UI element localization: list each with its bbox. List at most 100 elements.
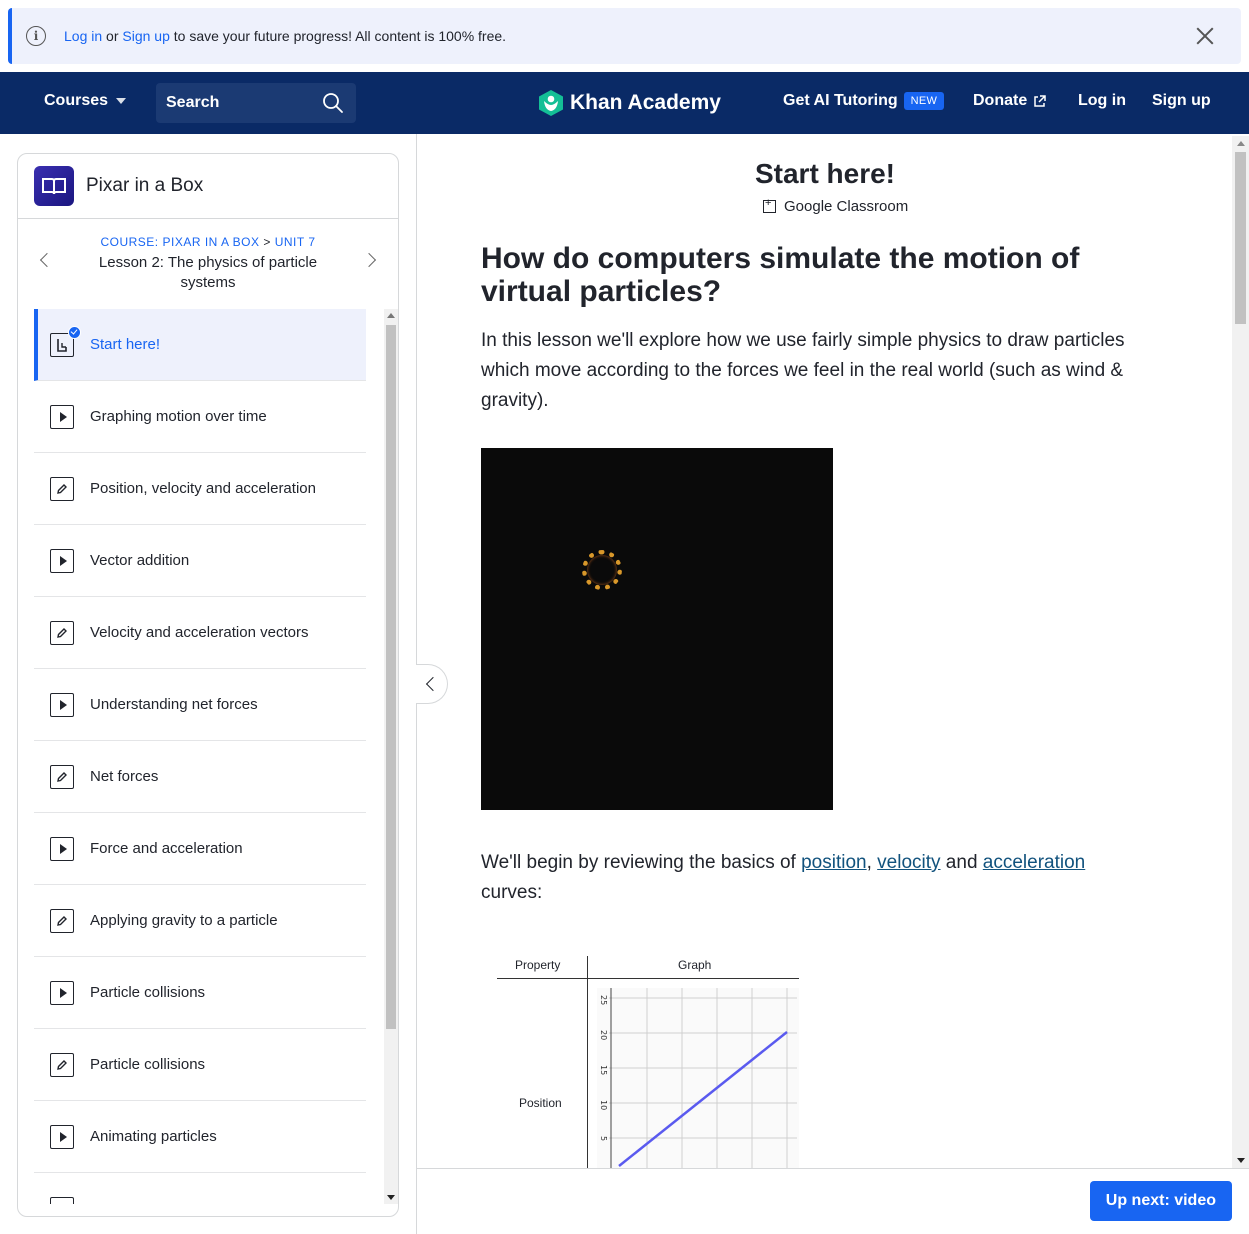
list-item-label: Start here!	[90, 336, 161, 353]
ai-tutoring-label: Get AI Tutoring	[783, 92, 898, 109]
list-item[interactable]: Position, velocity and acceleration	[34, 453, 366, 525]
list-item-label: Understanding net forces	[90, 696, 258, 713]
list-item-label: Force and acceleration	[90, 840, 243, 857]
up-next-button[interactable]: Up next: video	[1089, 1181, 1232, 1221]
video-icon	[50, 548, 74, 573]
sidebar-header: Pixar in a Box	[18, 154, 398, 219]
ai-tutoring-link[interactable]: Get AI Tutoring NEW	[783, 92, 945, 110]
velocity-link[interactable]: velocity	[877, 852, 940, 873]
khan-logo-icon	[539, 90, 563, 116]
acceleration-link[interactable]: acceleration	[983, 852, 1085, 873]
breadcrumb-separator: >	[263, 235, 271, 249]
video-icon	[50, 836, 74, 861]
breadcrumb-unit-link[interactable]: UNIT 7	[275, 235, 316, 249]
search-icon[interactable]	[322, 92, 344, 114]
review-pre-text: We'll begin by reviewing the basics of	[481, 852, 802, 873]
banner-login-link[interactable]: Log in	[64, 28, 102, 44]
list-item[interactable]: Net forces	[34, 741, 366, 813]
pencil-icon	[50, 764, 74, 789]
course-sidebar: Pixar in a Box COURSE: PIXAR IN A BOX > …	[17, 153, 399, 1217]
search-input[interactable]: Search	[156, 83, 356, 123]
video-icon	[50, 1196, 74, 1204]
list-item-label: Particle collisions	[90, 1056, 206, 1073]
courses-label: Courses	[44, 92, 109, 109]
breadcrumb-course-link[interactable]: COURSE: PIXAR IN A BOX	[100, 235, 259, 249]
video-icon	[50, 980, 74, 1005]
video-icon	[50, 692, 74, 717]
breadcrumb: COURSE: PIXAR IN A BOX > UNIT 7 Lesson 2…	[18, 219, 398, 309]
banner-signup-link[interactable]: Sign up	[122, 28, 169, 44]
sidebar-scrollbar[interactable]	[384, 309, 398, 1204]
main-content: Start here! Google Classroom How do comp…	[416, 134, 1249, 1234]
review-post-text: curves:	[481, 882, 543, 903]
course-title[interactable]: Pixar in a Box	[86, 175, 203, 197]
y-tick-label: 25	[599, 995, 608, 1005]
chevron-left-icon	[425, 676, 440, 692]
completed-check-icon	[68, 325, 81, 339]
google-classroom-label: Google Classroom	[784, 198, 909, 215]
y-tick-label: 20	[599, 1030, 608, 1040]
and-text: and	[940, 852, 983, 873]
login-link[interactable]: Log in	[1078, 92, 1126, 110]
login-banner: i Log in or Sign up to save your future …	[8, 8, 1241, 64]
list-item-label: Applying gravity to a particle	[90, 912, 278, 929]
table-row-position-label: Position	[519, 1096, 562, 1110]
list-item[interactable]: Particle collisions	[34, 1029, 366, 1101]
list-item[interactable]: Velocity and acceleration vectors	[34, 597, 366, 669]
scroll-up-icon[interactable]	[1237, 141, 1245, 146]
page-title: Start here!	[754, 158, 896, 189]
sidebar-scrollbar-thumb[interactable]	[386, 325, 396, 1029]
list-item[interactable]: Animating particles	[34, 1101, 366, 1173]
book-icon	[42, 178, 66, 195]
scroll-up-icon[interactable]	[387, 313, 395, 318]
particle-ring	[582, 550, 622, 590]
scroll-down-icon[interactable]	[387, 1195, 395, 1200]
position-link[interactable]: position	[801, 852, 867, 873]
khan-academy-logo[interactable]: Khan Academy	[538, 89, 721, 117]
chevron-left-icon[interactable]	[39, 252, 55, 268]
table-header-property: Property	[515, 958, 561, 972]
google-classroom-icon	[763, 197, 776, 213]
chevron-right-icon[interactable]	[361, 252, 377, 268]
google-classroom-button[interactable]: Google Classroom	[763, 197, 909, 215]
banner-message-text: to save your future progress! All conten…	[173, 28, 507, 44]
list-item[interactable]: Force and acceleration	[34, 813, 366, 885]
property-graph-table: Property Graph Position 25 20 15 10 5	[497, 950, 799, 1170]
video-icon	[50, 1124, 74, 1149]
course-thumbnail[interactable]	[34, 166, 74, 206]
article-icon	[50, 325, 81, 357]
list-item[interactable]: Applying gravity to a particle	[34, 885, 366, 957]
particle-animation[interactable]	[481, 448, 833, 810]
donate-link[interactable]: Donate	[973, 92, 1046, 110]
donate-label: Donate	[973, 92, 1028, 109]
lesson-item-list: Start here! Graphing motion over time Po…	[34, 309, 366, 1204]
scroll-down-icon[interactable]	[1237, 1158, 1245, 1163]
courses-menu-button[interactable]: Courses	[44, 92, 127, 110]
list-item-label: Vector addition	[90, 552, 190, 569]
pencil-icon	[50, 476, 74, 501]
list-item[interactable]: Particle collisions	[34, 957, 366, 1029]
list-item[interactable]: Understanding net forces	[34, 669, 366, 741]
list-item[interactable]: Vector addition	[34, 525, 366, 597]
new-badge: NEW	[903, 92, 945, 110]
main-scrollbar-thumb[interactable]	[1235, 152, 1246, 324]
table-header-graph: Graph	[678, 958, 712, 972]
list-item[interactable]	[34, 1173, 366, 1204]
list-item[interactable]: Graphing motion over time	[34, 381, 366, 453]
list-item-label: Velocity and acceleration vectors	[90, 624, 309, 641]
pencil-icon	[50, 1052, 74, 1077]
article-heading: How do computers simulate the motion of …	[481, 242, 1080, 308]
pencil-icon	[50, 620, 74, 645]
lesson-title: Lesson 2: The physics of particle system…	[98, 254, 318, 291]
list-item-label: Net forces	[90, 768, 159, 785]
video-icon	[50, 404, 74, 429]
y-tick-label: 5	[599, 1136, 608, 1141]
list-item-label: Animating particles	[90, 1128, 217, 1145]
footer-bar: Up next: video	[417, 1168, 1249, 1234]
review-paragraph: We'll begin by reviewing the basics of p…	[481, 848, 1171, 908]
list-item[interactable]: Start here!	[34, 309, 366, 381]
banner-message: Log in or Sign up to save your future pr…	[64, 28, 506, 44]
main-scrollbar[interactable]	[1232, 136, 1249, 1168]
close-icon[interactable]	[1193, 24, 1217, 48]
signup-link[interactable]: Sign up	[1152, 92, 1211, 110]
